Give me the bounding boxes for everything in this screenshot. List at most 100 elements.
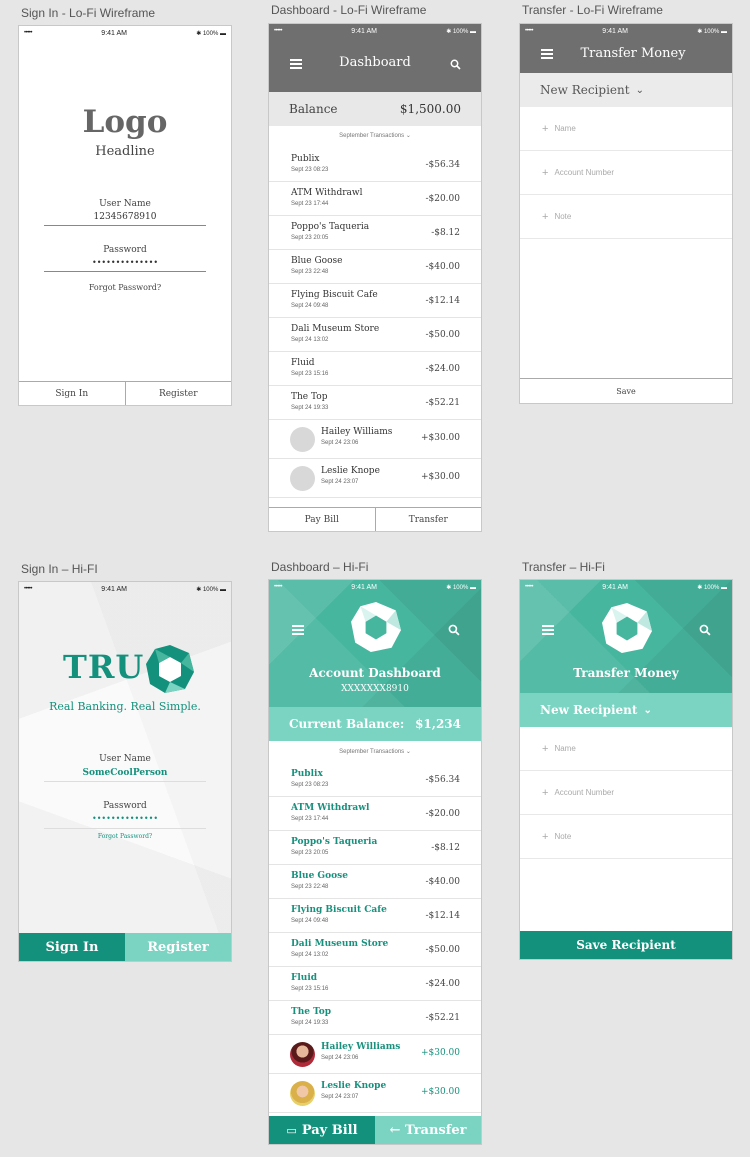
name-field[interactable]: + Name — [520, 727, 732, 771]
status-bar: ••••• 9:41 AM ✱ 100% ▬ — [520, 24, 732, 38]
transaction-row[interactable]: Fluid Sept 23 15:16 -$24.00 — [269, 967, 481, 1001]
signal-icon: ••••• — [274, 28, 283, 34]
chevron-down-icon: ⌄ — [643, 704, 652, 716]
transaction-list: Publix Sept 23 08:23 -$56.34 ATM Withdrawl… — [269, 148, 481, 498]
plus-icon: + — [542, 742, 549, 755]
tagline: Real Banking. Real Simple. — [49, 700, 201, 713]
balance-row: Balance $1,500.00 — [269, 92, 481, 126]
transaction-row[interactable]: Blue Goose Sept 23 22:48 -$40.00 — [269, 250, 481, 284]
tru-logo-text: TRU — [63, 648, 145, 686]
note-field[interactable]: + Note — [520, 815, 732, 859]
search-icon[interactable] — [450, 59, 461, 70]
signal-icon: ••••• — [24, 586, 33, 592]
status-time: 9:41 AM — [351, 583, 377, 591]
search-icon[interactable] — [699, 624, 711, 636]
signin-hifi-screen: ••••• 9:41 AM ✱ 100% ▬ TRU Real Banking.… — [18, 581, 232, 962]
username-field[interactable]: 12345678910 — [19, 212, 231, 222]
username-field[interactable]: SomeCoolPerson — [19, 768, 231, 778]
credit-card-icon: ▭ — [286, 1123, 297, 1137]
transaction-row[interactable]: The Top Sept 24 19:33 -$52.21 — [269, 386, 481, 420]
transaction-row[interactable]: Leslie Knope Sept 24 23:07 +$30.00 — [269, 459, 481, 498]
transaction-row[interactable]: The Top Sept 24 19:33 -$52.21 — [269, 1001, 481, 1035]
password-field[interactable]: •••••••••••••• — [19, 814, 231, 823]
balance-label: Balance — [289, 102, 338, 116]
transaction-row[interactable]: Flying Biscuit Cafe Sept 24 09:48 -$12.14 — [269, 899, 481, 933]
search-icon[interactable] — [448, 624, 460, 636]
signin-button[interactable]: Sign In — [19, 382, 125, 405]
transfer-button[interactable]: Transfer — [374, 508, 482, 531]
transaction-row[interactable]: Poppo's Taqueria Sept 23 20:05 -$8.12 — [269, 216, 481, 250]
dashboard-header: ••••• 9:41 AM ✱ 100% ▬ Dashboard — [269, 24, 481, 92]
forgot-password-link[interactable]: Forgot Password? — [19, 283, 231, 292]
transaction-row[interactable]: Poppo's Taqueria Sept 23 20:05 -$8.12 — [269, 831, 481, 865]
page-title: Transfer Money — [573, 666, 679, 680]
transaction-row[interactable]: Publix Sept 23 08:23 -$56.34 — [269, 148, 481, 182]
save-recipient-button[interactable]: Save Recipient — [520, 931, 732, 959]
status-bar: ••••• 9:41 AM ✱ 100% ▬ — [19, 582, 231, 596]
status-bar: ••••• 9:41 AM ✱ 100% ▬ — [269, 580, 481, 594]
transaction-row[interactable]: Flying Biscuit Cafe Sept 24 09:48 -$12.14 — [269, 284, 481, 318]
transaction-row[interactable]: ATM Withdrawl Sept 23 17:44 -$20.00 — [269, 797, 481, 831]
balance-row: Current Balance: $1,234 — [269, 707, 481, 741]
transaction-row[interactable]: Leslie Knope Sept 24 23:07 +$30.00 — [269, 1074, 481, 1113]
transaction-row[interactable]: Publix Sept 23 08:23 -$56.34 — [269, 763, 481, 797]
new-recipient-dropdown[interactable]: New Recipient ⌄ — [520, 73, 732, 107]
transaction-row[interactable]: Hailey Williams Sept 24 23:06 +$30.00 — [269, 1035, 481, 1074]
balance-value: $1,234 — [415, 717, 461, 731]
logo-placeholder: Logo — [82, 104, 168, 140]
password-field[interactable]: •••••••••••••• — [19, 258, 231, 267]
account-number-field[interactable]: + Account Number — [520, 151, 732, 195]
account-number-field[interactable]: + Account Number — [520, 771, 732, 815]
status-time: 9:41 AM — [101, 585, 127, 593]
headline: Headline — [95, 144, 155, 159]
signin-button[interactable]: Sign In — [19, 933, 125, 961]
register-button[interactable]: Register — [125, 933, 231, 961]
transaction-row[interactable]: Fluid Sept 23 15:16 -$24.00 — [269, 352, 481, 386]
transfer-button[interactable]: ← Transfer — [375, 1116, 481, 1144]
signal-icon: ••••• — [525, 28, 534, 34]
status-bar: ••••• 9:41 AM ✱ 100% ▬ — [19, 26, 231, 40]
balance-value: $1,500.00 — [399, 102, 461, 116]
section-header[interactable]: September Transactions ⌄ — [269, 748, 481, 755]
transfer-header: ••••• 9:41 AM ✱ 100% ▬ Transfer Money — [520, 580, 732, 693]
avatar — [290, 1042, 315, 1067]
signal-icon: ••••• — [525, 584, 534, 590]
save-button[interactable]: Save — [520, 378, 732, 403]
transaction-row[interactable]: Blue Goose Sept 23 22:48 -$40.00 — [269, 865, 481, 899]
name-field[interactable]: + Name — [520, 107, 732, 151]
menu-icon[interactable] — [542, 625, 554, 635]
transaction-list: Publix Sept 23 08:23 -$56.34 ATM Withdrawl… — [269, 763, 481, 1113]
username-label: User Name — [99, 754, 151, 764]
plus-icon: + — [542, 210, 549, 223]
balance-label: Current Balance: — [289, 717, 405, 731]
section-header[interactable]: September Transactions ⌄ — [269, 132, 481, 139]
artboard-label-dashboard-hifi: Dashboard – Hi-Fi — [271, 560, 369, 574]
artboard-label-signin-lofi: Sign In - Lo-Fi Wireframe — [21, 6, 156, 20]
artboard-label-dashboard-lofi: Dashboard - Lo-Fi Wireframe — [271, 3, 427, 17]
register-button[interactable]: Register — [124, 382, 232, 405]
transaction-row[interactable]: Hailey Williams Sept 24 23:06 +$30.00 — [269, 420, 481, 459]
battery-indicator: ✱ 100% ▬ — [697, 584, 727, 591]
transaction-row[interactable]: ATM Withdrawl Sept 23 17:44 -$20.00 — [269, 182, 481, 216]
tru-logo-icon — [601, 602, 653, 659]
transfer-lofi-screen: ••••• 9:41 AM ✱ 100% ▬ Transfer Money Ne… — [519, 23, 733, 404]
transaction-row[interactable]: Dali Museum Store Sept 24 13:02 -$50.00 — [269, 933, 481, 967]
signal-icon: ••••• — [24, 30, 33, 36]
dashboard-hifi-screen: ••••• 9:41 AM ✱ 100% ▬ Account Dashboard… — [268, 579, 482, 1145]
pay-bill-button[interactable]: Pay Bill — [269, 508, 375, 531]
forgot-password-link[interactable]: Forgot Password? — [19, 833, 231, 840]
pay-bill-button[interactable]: ▭ Pay Bill — [269, 1116, 375, 1144]
signal-icon: ••••• — [274, 584, 283, 590]
transfer-header: ••••• 9:41 AM ✱ 100% ▬ Transfer Money — [520, 24, 732, 73]
account-number: XXXXXXX8910 — [341, 684, 409, 694]
battery-indicator: ✱ 100% ▬ — [446, 584, 476, 591]
status-bar: ••••• 9:41 AM ✱ 100% ▬ — [269, 24, 481, 38]
password-label: Password — [103, 801, 147, 811]
note-field[interactable]: + Note — [520, 195, 732, 239]
plus-icon: + — [542, 122, 549, 135]
signin-button-bar: Sign In Register — [19, 933, 231, 961]
menu-icon[interactable] — [292, 625, 304, 635]
new-recipient-dropdown[interactable]: New Recipient ⌄ — [520, 693, 732, 727]
plus-icon: + — [542, 830, 549, 843]
transaction-row[interactable]: Dali Museum Store Sept 24 13:02 -$50.00 — [269, 318, 481, 352]
